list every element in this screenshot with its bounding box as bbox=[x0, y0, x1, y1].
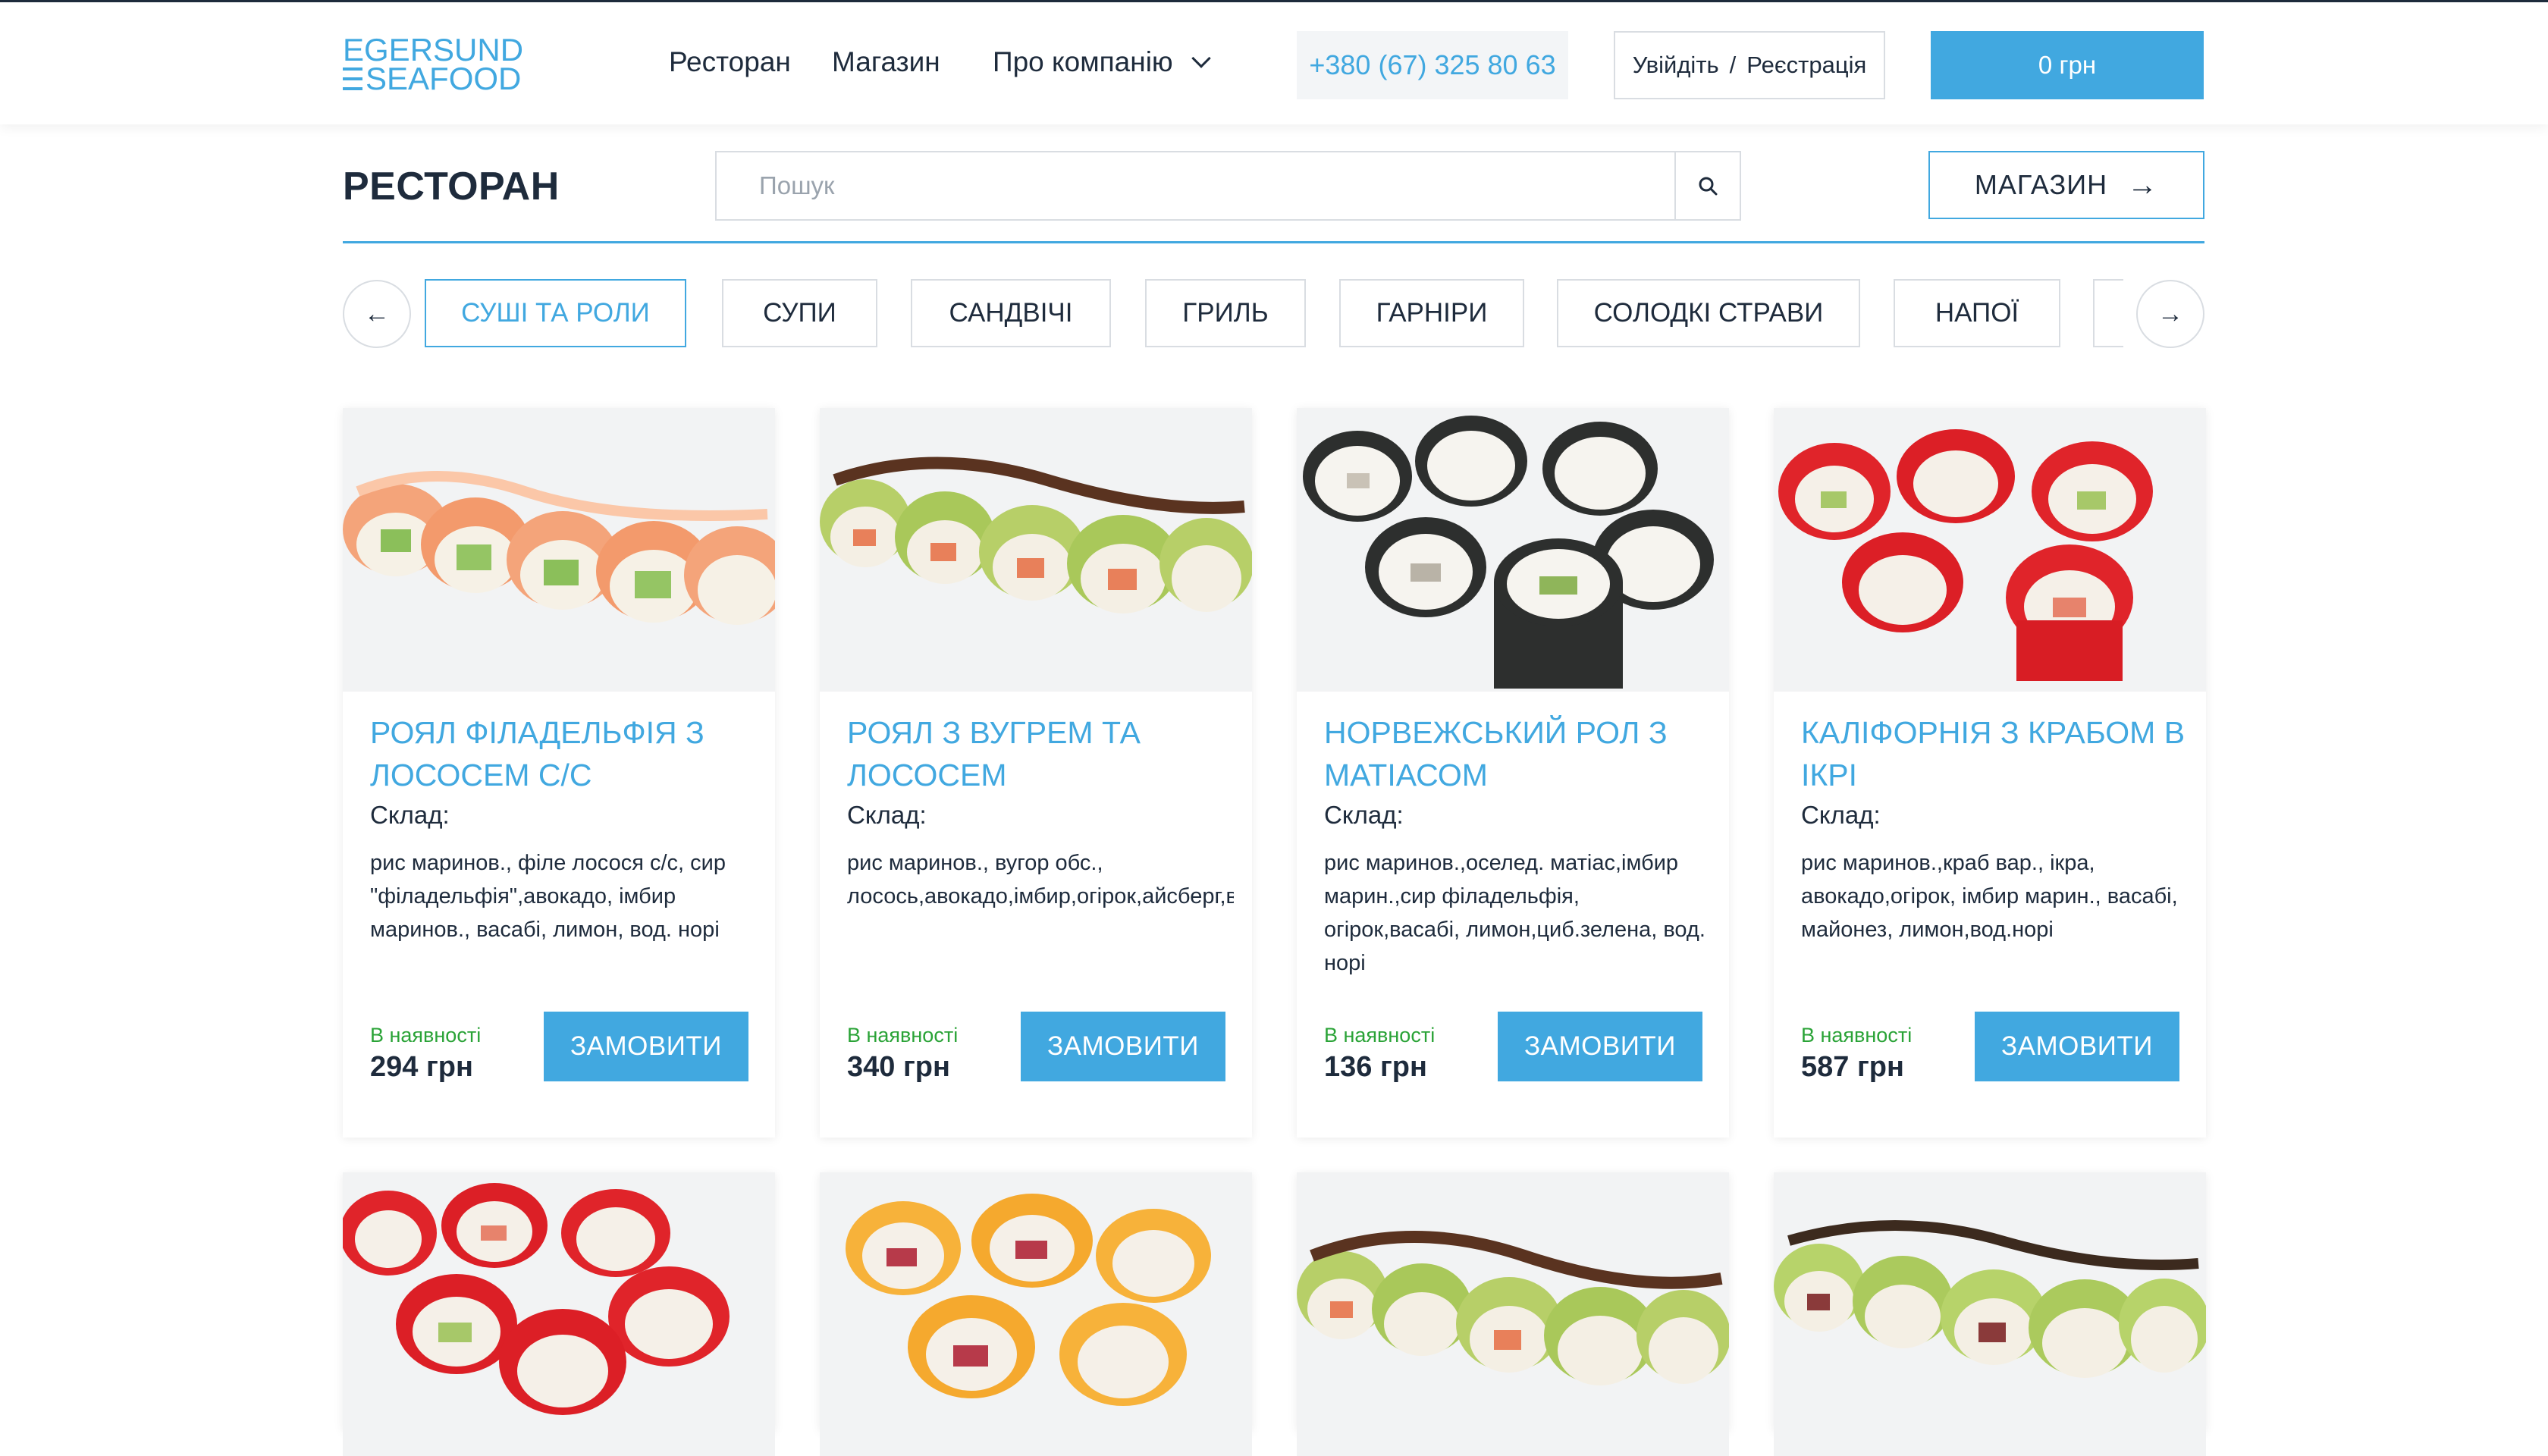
arrow-right-icon: → bbox=[2157, 299, 2183, 328]
category-grill[interactable]: ГРИЛЬ bbox=[1145, 279, 1306, 347]
product-composition: рис маринов., філе лосося с/с, сир "філа… bbox=[370, 851, 726, 942]
shop-button[interactable]: МАГАЗИН → bbox=[1928, 151, 2204, 219]
order-button[interactable]: ЗАМОВИТИ bbox=[1498, 1012, 1702, 1081]
stock-status: В наявності bbox=[847, 1024, 959, 1046]
product-composition: рис маринов.,оселед. матіас,імбир марин.… bbox=[1324, 851, 1705, 975]
product-card[interactable]: РОЯЛ З ВУГРЕМ ТА ЛОСОСЕМ Склад: рис мари… bbox=[820, 408, 1252, 1138]
arrow-right-icon: → bbox=[2127, 168, 2159, 202]
product-image[interactable] bbox=[1297, 1172, 1729, 1456]
category-sandwiches[interactable]: САНДВІЧІ bbox=[911, 279, 1111, 347]
logo-line-2: SEAFOOD bbox=[343, 61, 522, 96]
product-price: 136 грн bbox=[1324, 1051, 1427, 1083]
product-card[interactable] bbox=[343, 1172, 775, 1456]
product-title[interactable]: НОРВЕЖСЬКИЙ РОЛ З МАТІАСОМ bbox=[1324, 711, 1711, 796]
order-button[interactable]: ЗАМОВИТИ bbox=[1975, 1012, 2179, 1081]
product-title[interactable]: КАЛІФОРНІЯ З КРАБОМ В ІКРІ bbox=[1801, 711, 2188, 796]
category-desserts[interactable]: СОЛОДКІ СТРАВИ bbox=[1557, 279, 1860, 347]
nori-roll-image bbox=[1303, 416, 1714, 689]
stock-status: В наявності bbox=[1801, 1024, 1913, 1046]
cart-button[interactable]: 0 грн bbox=[1931, 31, 2204, 99]
nav-about[interactable]: Про компанію bbox=[993, 46, 1211, 78]
product-card[interactable] bbox=[1297, 1172, 1729, 1456]
logo-line-2-text: SEAFOOD bbox=[366, 61, 522, 96]
login-separator: / bbox=[1729, 52, 1737, 78]
nav-about-label: Про компанію bbox=[993, 46, 1173, 77]
nav-restaurant[interactable]: Ресторан bbox=[669, 46, 791, 78]
salmon-roll-image bbox=[343, 471, 775, 625]
search-box bbox=[715, 151, 1741, 221]
composition-label: Склад: bbox=[1324, 801, 1404, 829]
category-list: СУШІ ТА РОЛИ СУПИ САНДВІЧІ ГРИЛЬ ГАРНІРИ… bbox=[425, 279, 2123, 349]
category-sushi[interactable]: СУШІ ТА РОЛИ bbox=[425, 279, 686, 347]
composition-label: Склад: bbox=[847, 801, 927, 829]
arrow-left-icon: ← bbox=[364, 299, 390, 328]
order-button[interactable]: ЗАМОВИТИ bbox=[544, 1012, 748, 1081]
red-caviar-roll-image bbox=[1778, 429, 2153, 681]
product-card[interactable] bbox=[1774, 1172, 2206, 1456]
chevron-down-icon bbox=[1191, 49, 1211, 68]
product-card[interactable]: РОЯЛ ФІЛАДЕЛЬФІЯ З ЛОСОСЕМ С/С Склад: ри… bbox=[343, 408, 775, 1138]
product-title[interactable]: РОЯЛ ФІЛАДЕЛЬФІЯ З ЛОСОСЕМ С/С bbox=[370, 711, 757, 796]
stock-status: В наявності bbox=[1324, 1024, 1436, 1046]
register-link[interactable]: Реєстрація bbox=[1746, 52, 1866, 79]
product-image[interactable] bbox=[343, 1172, 775, 1456]
composition-label: Склад: bbox=[370, 801, 450, 829]
eel-avocado-roll-image bbox=[1297, 1231, 1729, 1385]
title-divider bbox=[343, 241, 2204, 243]
shop-button-label: МАГАЗИН bbox=[1974, 169, 2108, 200]
stock-status: В наявності bbox=[370, 1024, 482, 1046]
product-image[interactable] bbox=[820, 1172, 1252, 1456]
product-image[interactable] bbox=[820, 408, 1252, 692]
product-card[interactable] bbox=[820, 1172, 1252, 1456]
login-link[interactable]: Увійдіть bbox=[1633, 52, 1719, 79]
search-icon bbox=[1699, 177, 1718, 196]
product-card[interactable]: НОРВЕЖСЬКИЙ РОЛ З МАТІАСОМ Склад: рис ма… bbox=[1297, 408, 1729, 1138]
product-composition: рис маринов.,краб вар., ікра, авокадо,ог… bbox=[1801, 851, 2178, 942]
product-image[interactable] bbox=[1774, 1172, 2206, 1456]
product-title[interactable]: РОЯЛ З ВУГРЕМ ТА ЛОСОСЕМ bbox=[847, 711, 1234, 796]
orange-roll-image bbox=[846, 1194, 1211, 1406]
nav-shop[interactable]: Магазин bbox=[832, 46, 940, 78]
category-sides[interactable]: ГАРНІРИ bbox=[1339, 279, 1524, 347]
login-register-button[interactable]: Увійдіть / Реєстрація bbox=[1614, 31, 1885, 99]
product-price: 294 грн bbox=[370, 1051, 473, 1083]
product-price: 340 грн bbox=[847, 1051, 950, 1083]
product-image[interactable] bbox=[1774, 408, 2206, 692]
eel-avocado-roll-image bbox=[820, 457, 1252, 613]
page-title: РЕСТОРАН bbox=[343, 165, 560, 209]
order-button[interactable]: ЗАМОВИТИ bbox=[1021, 1012, 1225, 1081]
category-prev-button[interactable]: ← bbox=[343, 280, 411, 348]
category-drinks[interactable]: НАПОЇ bbox=[1894, 279, 2060, 347]
site-header: EGERSUND SEAFOOD Ресторан Магазин Про ко… bbox=[0, 0, 2548, 124]
logo-fish-icon bbox=[343, 67, 362, 90]
site-logo[interactable]: EGERSUND SEAFOOD bbox=[343, 34, 523, 96]
product-image[interactable] bbox=[343, 408, 775, 692]
composition-label: Склад: bbox=[1801, 801, 1881, 829]
product-composition: рис маринов., вугор обс., лосось,авокадо… bbox=[847, 851, 1234, 908]
category-soups[interactable]: СУПИ bbox=[722, 279, 877, 347]
category-next-partial[interactable] bbox=[2093, 279, 2123, 347]
product-image[interactable] bbox=[1297, 408, 1729, 692]
search-input[interactable] bbox=[717, 152, 1676, 219]
red-caviar-roll-image bbox=[343, 1183, 730, 1415]
product-price: 587 грн bbox=[1801, 1051, 1904, 1083]
avocado-roll-image bbox=[1774, 1220, 2206, 1378]
search-button[interactable] bbox=[1674, 152, 1740, 219]
product-card[interactable]: КАЛІФОРНІЯ З КРАБОМ В ІКРІ Склад: рис ма… bbox=[1774, 408, 2206, 1138]
phone-number[interactable]: +380 (67) 325 80 63 bbox=[1297, 31, 1568, 99]
category-next-button[interactable]: → bbox=[2136, 280, 2204, 348]
